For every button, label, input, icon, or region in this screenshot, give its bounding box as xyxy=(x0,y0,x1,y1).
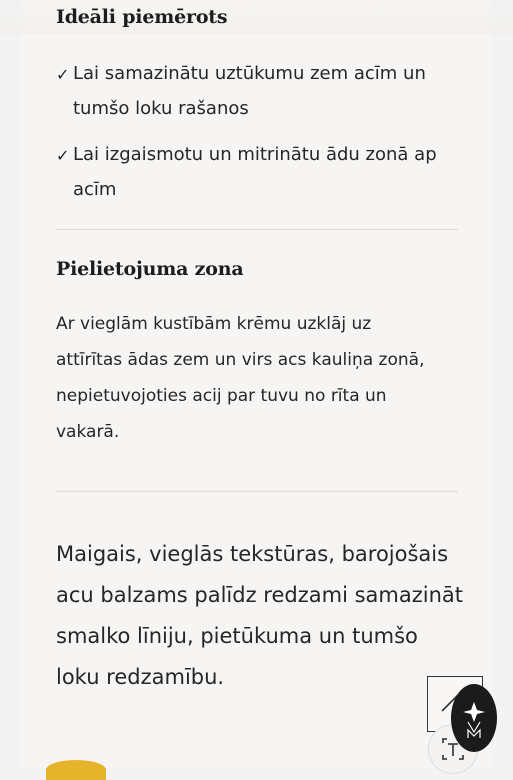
usage-line-4: vakarā. xyxy=(56,422,120,442)
product-description: Maigais, vieglās tekstūras, barojošais a… xyxy=(56,534,466,698)
ideal-list-item-2: ✓ Lai izgaismotu un mitrinātu ādu zonā a… xyxy=(56,137,456,207)
usage-heading: Pielietojuma zona xyxy=(56,258,244,280)
description-line-4: loku redzamību. xyxy=(56,665,225,689)
ideal-item-1-line-1: Lai samazinātu uztūkumu zem acīm un xyxy=(73,63,426,84)
usage-line-2: attīrītas ādas zem un virs acs kauliņa z… xyxy=(56,350,425,370)
description-line-2: acu balzams palīdz redzami samazināt xyxy=(56,583,463,607)
section-divider xyxy=(56,229,458,230)
sparkle-logo-icon xyxy=(463,702,485,738)
ideal-item-1-line-2: tumšo loku rašanos xyxy=(73,98,249,119)
section-divider xyxy=(56,491,458,492)
checkmark-icon: ✓ xyxy=(56,65,70,84)
ideal-item-2-line-1: Lai izgaismotu un mitrinātu ādu zonā ap xyxy=(73,144,437,165)
accent-badge xyxy=(46,760,106,780)
assistant-fab-button[interactable] xyxy=(451,684,497,752)
usage-line-1: Ar vieglām kustībām krēmu uzklāj uz xyxy=(56,314,372,334)
description-line-1: Maigais, vieglās tekstūras, barojošais xyxy=(56,542,449,566)
ideal-heading: Ideāli piemērots xyxy=(56,6,228,28)
ideal-item-2-line-2: acīm xyxy=(73,179,117,200)
description-line-3: smalko līniju, pietūkuma un tumšo xyxy=(56,624,418,648)
ideal-list-item-1: ✓ Lai samazinātu uztūkumu zem acīm un tu… xyxy=(56,56,456,126)
checkmark-icon: ✓ xyxy=(56,146,70,165)
usage-description: Ar vieglām kustībām krēmu uzklāj uz attī… xyxy=(56,306,456,450)
usage-line-3: nepietuvojoties acij par tuvu no rīta un xyxy=(56,386,387,406)
